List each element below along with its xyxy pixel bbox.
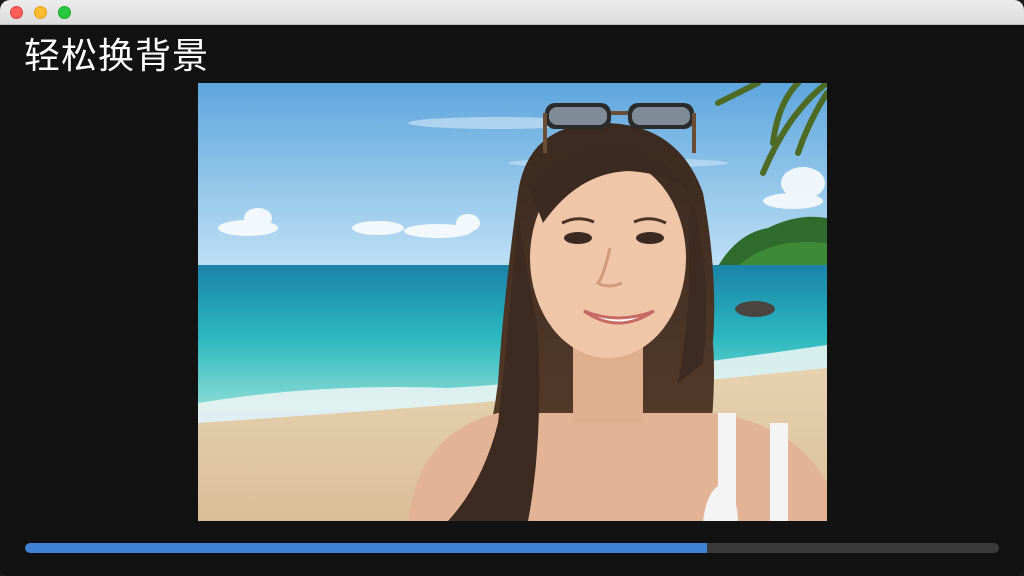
minimize-window-button[interactable] [34,6,47,19]
portrait-photo [198,83,827,521]
maximize-window-button[interactable] [58,6,71,19]
progress-bar[interactable] [25,543,999,553]
title-bar [0,0,1024,25]
app-window: 轻松换背景 [0,0,1024,576]
close-window-button[interactable] [10,6,23,19]
beach-portrait-image [198,83,827,521]
progress-bar-fill [25,543,707,553]
main-content: 轻松换背景 [0,25,1024,576]
page-title: 轻松换背景 [24,36,210,77]
